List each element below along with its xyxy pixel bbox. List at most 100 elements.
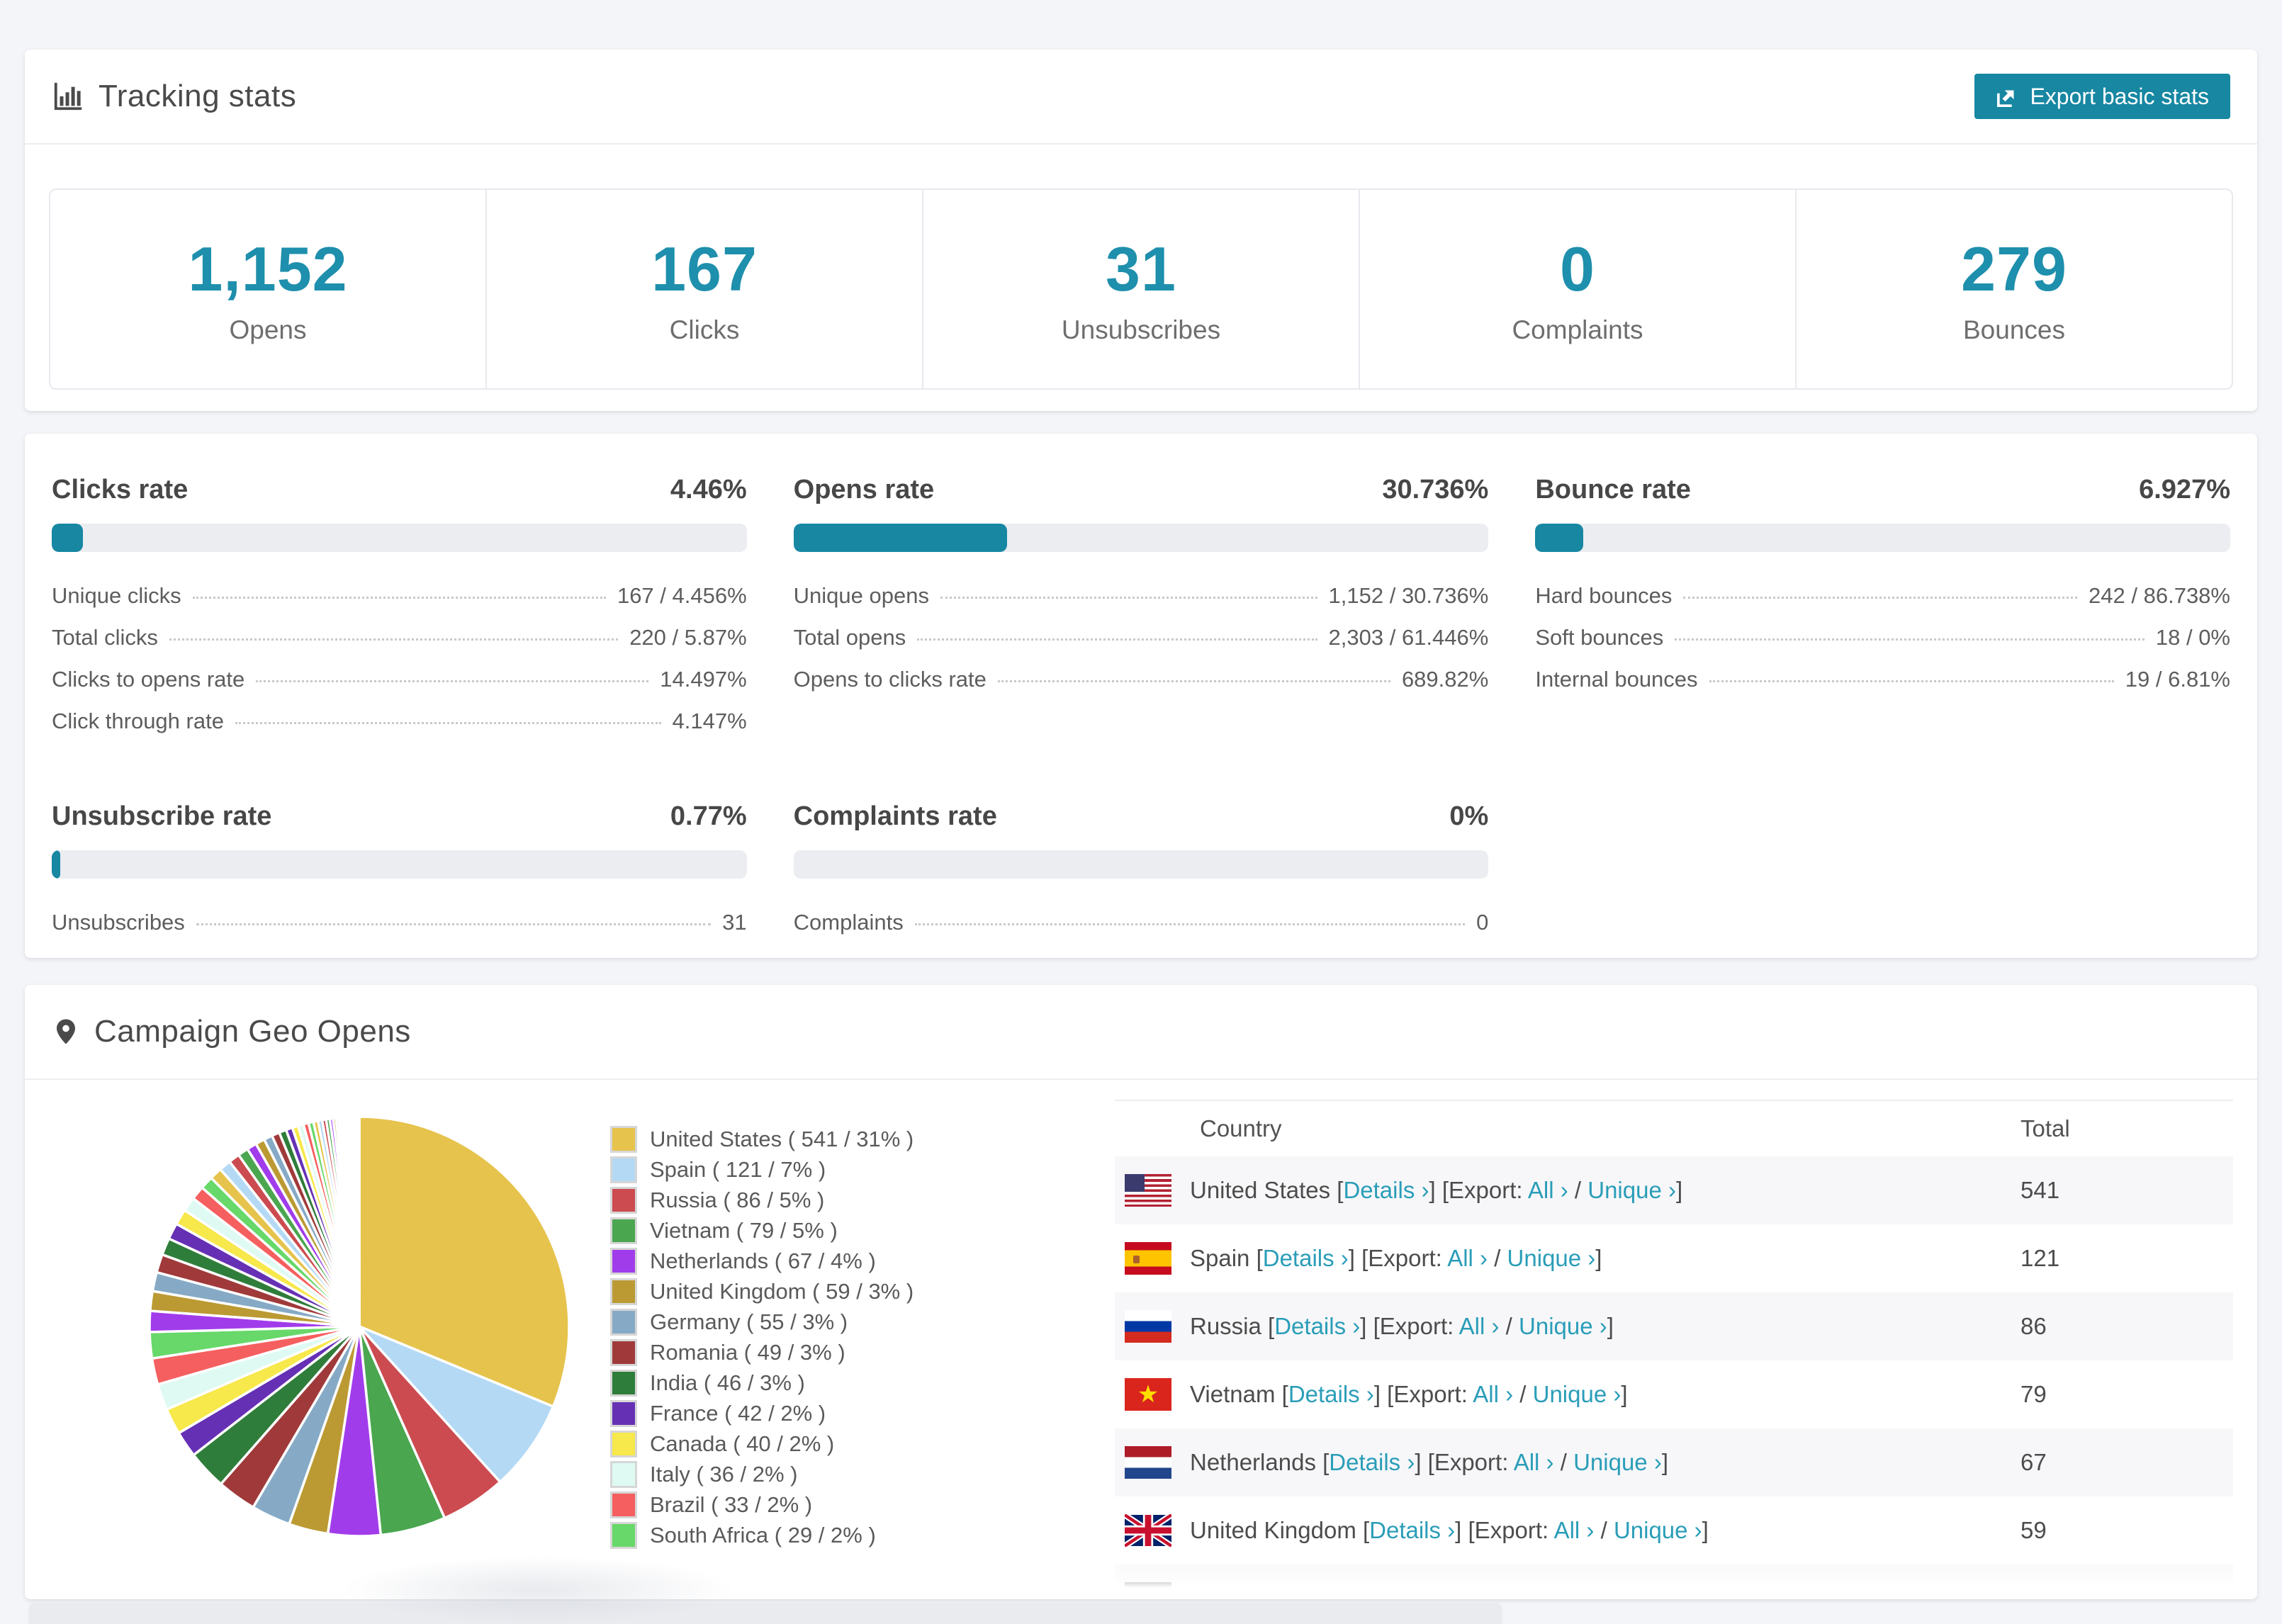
dotted-leader — [235, 722, 661, 724]
rate-title: Unsubscribe rate — [52, 801, 272, 831]
stat-box-complaints: 0 Complaints — [1360, 190, 1797, 388]
legend-item: India ( 46 / 3% ) — [610, 1368, 1115, 1398]
legend-item: France ( 42 / 2% ) — [610, 1398, 1115, 1428]
rates-card: Clicks rate 4.46% Unique clicks 167 / 4.456… — [25, 434, 2257, 958]
rate-detail-value: 14.497% — [660, 667, 747, 692]
export-unique-link[interactable]: Unique › — [1573, 1449, 1662, 1475]
country-cell-text: Germany [Details ›] [Export: All › / Uni… — [1190, 1585, 1639, 1599]
details-link[interactable]: Details › — [1343, 1177, 1429, 1203]
rate-progress-fill — [793, 524, 1008, 552]
export-all-link[interactable]: All › — [1483, 1585, 1524, 1599]
nl-flag-icon — [1125, 1446, 1171, 1479]
rate-panel-bounce: Bounce rate 6.927% Hard bounces 242 / 86.73… — [1535, 475, 2230, 750]
export-unique-link[interactable]: Unique › — [1544, 1585, 1632, 1599]
geo-pie-chart — [52, 1100, 610, 1599]
rate-value: 0% — [1449, 801, 1489, 831]
dotted-leader — [192, 597, 606, 599]
rate-panel-opens: Opens rate 30.736% Unique opens 1,152 / 30.… — [793, 475, 1489, 750]
rate-detail-label: Unsubscribes — [52, 910, 185, 935]
export-all-link[interactable]: All › — [1473, 1381, 1513, 1407]
legend-label: Netherlands ( 67 / 4% ) — [650, 1248, 876, 1273]
legend-label: Vietnam ( 79 / 5% ) — [650, 1217, 838, 1243]
country-cell-text: Netherlands [Details ›] [Export: All › /… — [1190, 1449, 1668, 1475]
country-cell-text: United States [Details ›] [Export: All ›… — [1190, 1177, 1683, 1203]
export-all-link[interactable]: All › — [1514, 1449, 1554, 1475]
export-unique-link[interactable]: Unique › — [1614, 1517, 1702, 1543]
export-all-link[interactable]: All › — [1554, 1517, 1595, 1543]
stat-box-clicks: 167 Clicks — [487, 190, 923, 388]
row-total: 121 — [2020, 1245, 2060, 1271]
stat-box-bounces: 279 Bounces — [1797, 190, 2232, 388]
dotted-leader — [997, 680, 1390, 682]
vn-flag-icon: ★ — [1125, 1378, 1171, 1411]
geo-table-row: United States [Details ›] [Export: All ›… — [1115, 1156, 2233, 1224]
legend-item: Canada ( 40 / 2% ) — [610, 1428, 1115, 1459]
country-cell-text: Vietnam [Details ›] [Export: All › / Uni… — [1190, 1381, 1628, 1407]
page-bottom-band — [28, 1603, 1502, 1624]
rate-detail-row: Internal bounces 19 / 6.81% — [1535, 667, 2230, 709]
legend-label: Russia ( 86 / 5% ) — [650, 1187, 825, 1212]
country-column-header: Country — [1200, 1115, 1282, 1141]
tracking-stats-title: Tracking stats — [52, 79, 296, 114]
legend-label: Italy ( 36 / 2% ) — [650, 1461, 798, 1487]
legend-label: Brazil ( 33 / 2% ) — [650, 1492, 813, 1517]
geo-legend: United States ( 541 / 31% ) Spain ( 121 /… — [610, 1100, 1115, 1599]
export-all-link[interactable]: All › — [1528, 1177, 1568, 1203]
rate-detail-label: Unique opens — [793, 583, 929, 608]
total-column-header: Total — [2020, 1115, 2070, 1141]
rate-progress-bar — [52, 850, 747, 879]
export-unique-link[interactable]: Unique › — [1533, 1381, 1621, 1407]
rate-detail-value: 2,303 / 61.446% — [1328, 625, 1489, 650]
legend-label: Canada ( 40 / 2% ) — [650, 1431, 835, 1456]
details-link[interactable]: Details › — [1329, 1449, 1415, 1475]
export-unique-link[interactable]: Unique › — [1587, 1177, 1676, 1203]
legend-item: Brazil ( 33 / 2% ) — [610, 1489, 1115, 1520]
stat-value: 0 — [1560, 234, 1595, 304]
legend-item: Italy ( 36 / 2% ) — [610, 1459, 1115, 1489]
tracking-stats-card: Tracking stats Export basic stats 1,152 O… — [25, 50, 2257, 411]
legend-item: Vietnam ( 79 / 5% ) — [610, 1215, 1115, 1246]
details-link[interactable]: Details › — [1369, 1517, 1455, 1543]
legend-swatch — [610, 1399, 637, 1427]
stat-box-unsubscribes: 31 Unsubscribes — [923, 190, 1360, 388]
export-all-link[interactable]: All › — [1447, 1245, 1488, 1271]
rate-title: Clicks rate — [52, 475, 189, 504]
rate-detail-row: Clicks to opens rate 14.497% — [52, 667, 747, 709]
row-total: 541 — [2020, 1177, 2060, 1203]
rate-detail-label: Click through rate — [52, 709, 224, 733]
geo-table-header: Country Total — [1115, 1101, 2233, 1156]
page-bottom-smudge — [340, 1556, 737, 1624]
geo-table-row: United Kingdom [Details ›] [Export: All … — [1115, 1496, 2233, 1564]
export-all-link[interactable]: All › — [1459, 1313, 1500, 1339]
rate-panel-complaints: Complaints rate 0% Complaints 0 — [793, 801, 1489, 952]
rate-progress-bar — [1535, 524, 2230, 552]
legend-label: United States ( 541 / 31% ) — [650, 1126, 914, 1151]
es-flag-icon — [1125, 1242, 1171, 1275]
export-unique-link[interactable]: Unique › — [1507, 1245, 1596, 1271]
tracking-stats-header: Tracking stats Export basic stats — [25, 50, 2257, 145]
export-unique-link[interactable]: Unique › — [1519, 1313, 1607, 1339]
rate-detail-value: 18 / 0% — [2155, 625, 2230, 650]
legend-item: Russia ( 86 / 5% ) — [610, 1185, 1115, 1215]
rate-detail-label: Internal bounces — [1535, 667, 1698, 692]
legend-swatch — [610, 1186, 637, 1214]
country-cell-text: Spain [Details ›] [Export: All › / Uniqu… — [1190, 1245, 1602, 1271]
legend-item: United Kingdom ( 59 / 3% ) — [610, 1276, 1115, 1307]
dotted-leader — [1675, 638, 2145, 641]
stats-summary-row: 1,152 Opens 167 Clicks 31 Unsubscribes 0 Compla… — [49, 188, 2233, 390]
export-basic-stats-button[interactable]: Export basic stats — [1974, 74, 2230, 119]
details-link[interactable]: Details › — [1263, 1245, 1349, 1271]
legend-label: Spain ( 121 / 7% ) — [650, 1156, 826, 1182]
details-link[interactable]: Details › — [1274, 1313, 1360, 1339]
details-link[interactable]: Details › — [1299, 1585, 1385, 1599]
stat-label: Unsubscribes — [1061, 315, 1221, 344]
dotted-leader — [169, 638, 619, 641]
stat-label: Opens — [229, 315, 307, 344]
legend-swatch — [610, 1278, 637, 1305]
rate-detail-value: 0 — [1476, 910, 1489, 935]
rate-title: Opens rate — [793, 475, 935, 504]
dotted-leader — [256, 680, 649, 682]
dotted-leader — [917, 638, 1317, 641]
legend-item: Netherlands ( 67 / 4% ) — [610, 1246, 1115, 1276]
details-link[interactable]: Details › — [1288, 1381, 1374, 1407]
